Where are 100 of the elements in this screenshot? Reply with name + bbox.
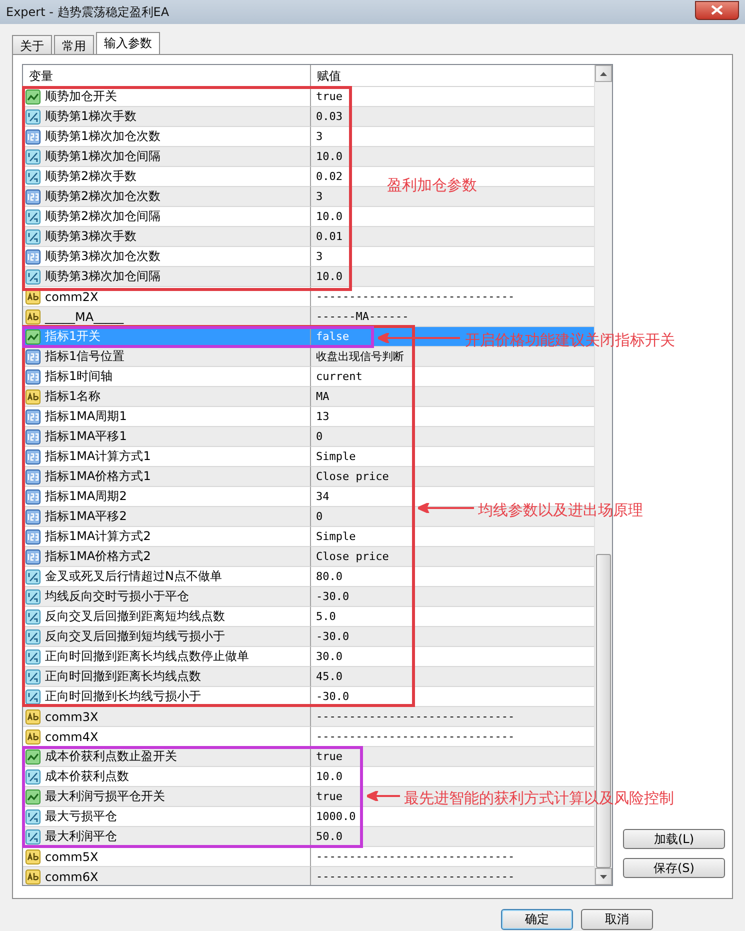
parameter-name: 指标1时间轴 <box>45 368 113 385</box>
table-cell[interactable]: 正向时回撤到距离长均线点数 <box>23 667 311 687</box>
tab[interactable]: 关于 <box>12 35 52 54</box>
parameter-value: 10.0 <box>315 150 342 163</box>
table-cell[interactable]: 指标1MA计算方式2 <box>23 527 311 547</box>
parameter-name: 顺势加仓开关 <box>45 88 117 105</box>
parameter-value: 0.01 <box>315 230 342 243</box>
parameter-name: 反向交叉后回撤到短均线亏损小于 <box>45 628 225 645</box>
table-cell[interactable]: comm6X <box>23 867 311 885</box>
table-cell[interactable]: 反向交叉后回撤到短均线亏损小于 <box>23 627 311 647</box>
table-cell[interactable]: 指标1名称 <box>23 387 311 407</box>
fraction-icon <box>25 628 41 644</box>
toggle-icon <box>25 788 41 804</box>
parameter-name: 指标1MA价格方式1 <box>45 468 151 485</box>
annotation-arrow <box>418 503 474 513</box>
table-cell[interactable]: 顺势第3梯次加仓次数 <box>23 247 311 267</box>
table-cell[interactable]: 指标1MA平移1 <box>23 427 311 447</box>
parameter-name: 均线反向交时亏损小于平仓 <box>45 588 189 605</box>
number-icon <box>25 508 41 524</box>
table-cell[interactable]: comm5X <box>23 847 311 867</box>
table-cell[interactable]: 反向交叉后回撤到距离短均线点数 <box>23 607 311 627</box>
table-cell[interactable]: 顺势第3梯次手数 <box>23 227 311 247</box>
parameter-name: 顺势第1梯次加仓间隔 <box>45 148 161 165</box>
parameter-value: MA <box>315 390 330 403</box>
number-icon <box>25 428 41 444</box>
fraction-icon <box>25 108 41 124</box>
table-cell[interactable]: comm3X <box>23 707 311 727</box>
parameter-name: 金叉或死叉后行情超过N点不做单 <box>45 568 222 585</box>
number-icon <box>25 448 41 464</box>
parameter-name: 成本价获利点数止盈开关 <box>45 748 177 765</box>
parameter-value: 3 <box>315 130 323 143</box>
close-button[interactable] <box>695 0 739 20</box>
table-cell[interactable]: 指标1信号位置 <box>23 347 311 367</box>
parameter-value: 0 <box>315 510 323 523</box>
parameter-value: ------------------------------ <box>315 850 515 863</box>
table-cell[interactable]: 金叉或死叉后行情超过N点不做单 <box>23 567 311 587</box>
table-cell[interactable]: 指标1MA价格方式2 <box>23 547 311 567</box>
table-cell[interactable]: 指标1MA价格方式1 <box>23 467 311 487</box>
number-icon <box>25 188 41 204</box>
parameter-name: 最大亏损平仓 <box>45 808 117 825</box>
toggle-icon <box>25 328 41 344</box>
fraction-icon <box>25 148 41 164</box>
number-icon <box>25 468 41 484</box>
parameter-name: 反向交叉后回撤到距离短均线点数 <box>45 608 225 625</box>
table-cell[interactable]: 顺势第1梯次手数 <box>23 107 311 127</box>
table-cell[interactable]: 顺势第2梯次加仓间隔 <box>23 207 311 227</box>
parameter-value: ------------------------------ <box>315 710 515 723</box>
tab[interactable]: 输入参数 <box>96 32 160 54</box>
table-cell[interactable]: 指标1时间轴 <box>23 367 311 387</box>
parameter-value: -30.0 <box>315 690 350 703</box>
number-icon <box>25 248 41 264</box>
parameter-value: current <box>315 370 362 383</box>
table-cell[interactable]: 顺势第1梯次加仓间隔 <box>23 147 311 167</box>
scroll-up-icon <box>600 72 607 76</box>
table-cell[interactable]: 指标1MA计算方式1 <box>23 447 311 467</box>
parameter-name: 指标1MA计算方式1 <box>45 448 151 465</box>
fraction-icon <box>25 828 41 844</box>
text-icon <box>25 868 41 884</box>
number-icon <box>25 548 41 564</box>
column-header[interactable]: 变量 <box>23 65 311 86</box>
table-cell[interactable]: comm4X <box>23 727 311 747</box>
parameter-name: 指标1MA周期2 <box>45 488 127 505</box>
parameter-name: 指标1开关 <box>45 328 101 345</box>
table-cell[interactable]: 指标1MA周期2 <box>23 487 311 507</box>
parameter-name: comm3X <box>45 710 98 724</box>
parameter-name: 指标1MA平移1 <box>45 428 127 445</box>
table-cell[interactable]: 顺势第2梯次加仓次数 <box>23 187 311 207</box>
parameter-name: 最大利润平仓 <box>45 828 117 845</box>
tab[interactable]: 常用 <box>54 35 94 54</box>
table-cell[interactable]: 均线反向交时亏损小于平仓 <box>23 587 311 607</box>
annotation-arrow <box>367 791 400 801</box>
fraction-icon <box>25 688 41 704</box>
parameter-name: comm5X <box>45 850 98 864</box>
table-cell[interactable]: 成本价获利点数 <box>23 767 311 787</box>
table-cell[interactable]: 顺势第1梯次加仓次数 <box>23 127 311 147</box>
table-cell[interactable]: 最大利润亏损平仓开关 <box>23 787 311 807</box>
table-cell[interactable]: 最大亏损平仓 <box>23 807 311 827</box>
table-cell[interactable]: 指标1MA周期1 <box>23 407 311 427</box>
parameter-name: 顺势第2梯次加仓间隔 <box>45 208 161 225</box>
fraction-icon <box>25 648 41 664</box>
parameter-value: Simple <box>315 450 356 463</box>
fraction-icon <box>25 808 41 824</box>
parameter-value: 0.02 <box>315 170 342 183</box>
side-button[interactable]: 保存(S) <box>623 858 725 878</box>
parameter-name: 顺势第3梯次手数 <box>45 228 137 245</box>
table-cell[interactable]: 正向时回撤到距离长均线点数停止做单 <box>23 647 311 667</box>
table-cell[interactable]: 指标1MA平移2 <box>23 507 311 527</box>
text-icon <box>25 848 41 864</box>
parameter-name: 顺势第1梯次加仓次数 <box>45 128 161 145</box>
table-cell[interactable]: _____MA_____ <box>23 307 311 327</box>
table-cell[interactable]: 顺势第2梯次手数 <box>23 167 311 187</box>
dialog-button[interactable]: 取消 <box>581 909 653 930</box>
parameter-value: 30.0 <box>315 650 342 663</box>
dialog-button[interactable]: 确定 <box>501 909 573 930</box>
table-cell[interactable]: 顺势第3梯次加仓间隔 <box>23 267 311 287</box>
parameter-value: 45.0 <box>315 670 342 683</box>
column-header[interactable]: 赋值 <box>311 65 594 86</box>
fraction-icon <box>25 668 41 684</box>
side-button[interactable]: 加载(L) <box>623 829 725 849</box>
parameter-value: 34 <box>315 490 330 503</box>
